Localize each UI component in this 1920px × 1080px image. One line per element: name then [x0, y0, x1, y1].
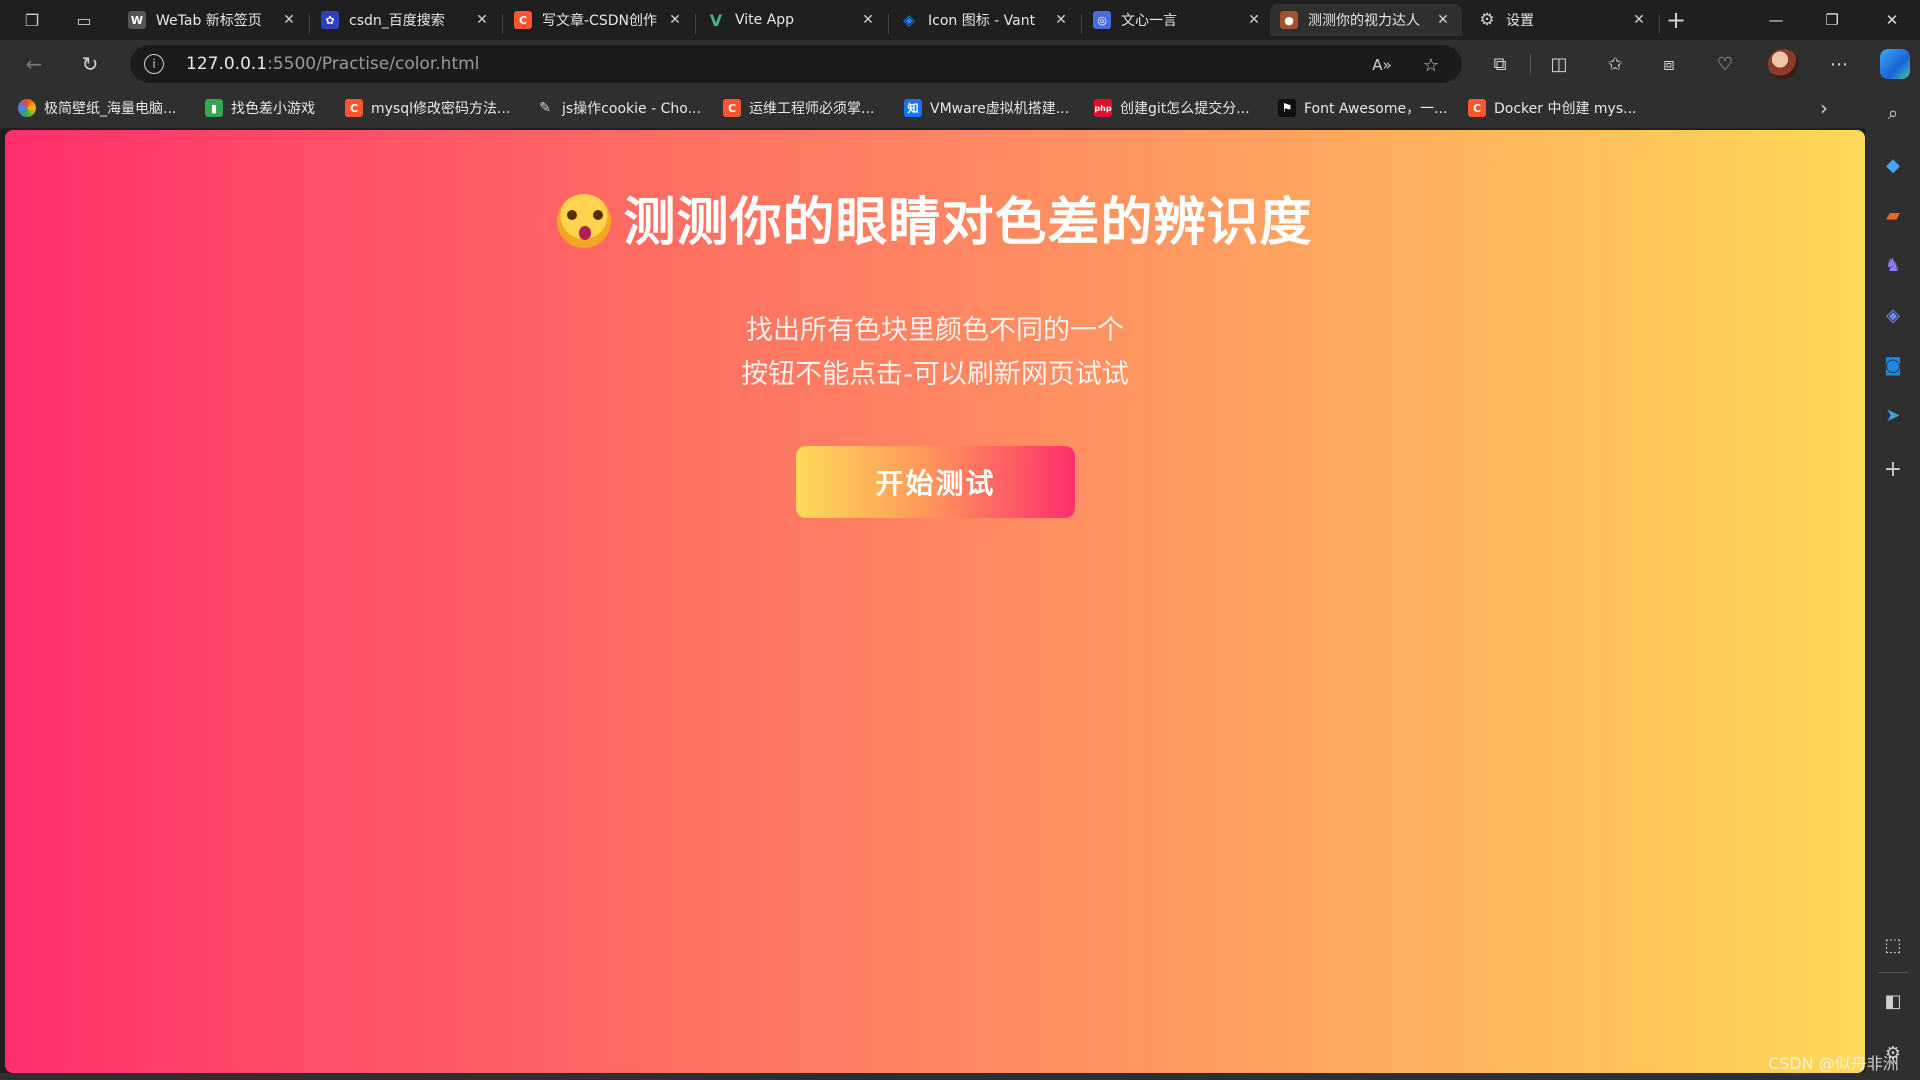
astonished-face-icon — [557, 194, 612, 248]
bookmarks-bar: 极简壁纸_海量电脑... ▮ 找色差小游戏 C mysql修改密码方法... ✎… — [0, 88, 1868, 128]
vue-icon: V — [709, 10, 723, 30]
edge-sidebar: ⌕ ◆ ▰ ♞ ◈ ◙ ➤ + ⬚ ◧ ⚙ — [1866, 88, 1920, 1080]
vant-icon: ◈ — [903, 11, 915, 29]
font-awesome-icon: ⚑ — [1278, 99, 1296, 117]
search-icon[interactable]: ⌕ — [1878, 98, 1908, 128]
address-toolbar: ← ↻ i 127.0.0.1:5500/Practise/color.html… — [0, 40, 1920, 88]
page-avatar-icon: ● — [1280, 11, 1298, 29]
copilot-app-icon[interactable]: ◈ — [1878, 300, 1908, 330]
extensions-icon[interactable]: ⧉ — [1485, 50, 1515, 78]
instruction-line-1: 找出所有色块里颜色不同的一个 — [746, 315, 1124, 346]
bizhi-icon — [18, 99, 36, 117]
bookmark-item[interactable]: ▮ 找色差小游戏 — [205, 96, 315, 120]
baidu-paw-icon: ✿ — [321, 11, 339, 29]
refresh-icon[interactable]: ↻ — [74, 50, 106, 78]
page-title: 测测你的眼睛对色差的辨识度 — [5, 180, 1865, 255]
copilot-icon[interactable] — [1880, 49, 1910, 79]
csdn-icon: C — [514, 11, 532, 29]
url-path: :5500/Practise/color.html — [267, 54, 480, 74]
tab-divider — [309, 14, 310, 34]
bookmark-item[interactable]: ✎ js操作cookie - Cho... — [536, 96, 701, 120]
tab-vant-icon[interactable]: ◈ Icon 图标 - Vant ✕ — [890, 4, 1080, 36]
close-icon[interactable]: ✕ — [1434, 12, 1452, 28]
bookmark-item[interactable]: C 运维工程师必须掌... — [723, 96, 874, 120]
page-viewport: 测测你的眼睛对色差的辨识度 找出所有色块里颜色不同的一个 按钮不能点击-可以刷新… — [5, 130, 1865, 1073]
tab-csdn-write[interactable]: C 写文章-CSDN创作 ✕ — [504, 4, 694, 36]
tab-actions-icon[interactable]: ▭ — [70, 6, 98, 34]
watermark: CSDN @似舟非洲 — [1768, 1054, 1899, 1073]
tab-divider — [1659, 14, 1660, 34]
games-icon[interactable]: ♞ — [1878, 250, 1908, 280]
favorites-icon[interactable]: ✩ — [1600, 50, 1630, 78]
url-text[interactable]: 127.0.0.1:5500/Practise/color.html — [186, 54, 479, 74]
profile-avatar[interactable] — [1768, 49, 1798, 79]
tab-divider — [502, 14, 503, 34]
close-icon[interactable]: ✕ — [280, 12, 298, 28]
more-menu-icon[interactable]: ⋯ — [1824, 50, 1854, 78]
bookmark-item[interactable]: C Docker 中创建 mys... — [1468, 96, 1637, 120]
bookmark-item[interactable]: 知 VMware虚拟机搭建... — [904, 96, 1069, 120]
csdn-icon: C — [345, 99, 363, 117]
bookmark-item[interactable]: ⚑ Font Awesome，一... — [1278, 96, 1447, 120]
csdn-icon: C — [723, 99, 741, 117]
window-bottom-edge — [0, 1073, 1866, 1080]
php-icon: php — [1094, 99, 1112, 117]
title-bar: ❐ ▭ W WeTab 新标签页 ✕ ✿ csdn_百度搜索 ✕ C 写文章-C… — [0, 0, 1920, 40]
screenshot-icon[interactable]: ⬚ — [1878, 930, 1908, 960]
page-title-text: 测测你的眼睛对色差的辨识度 — [623, 193, 1313, 253]
outlook-icon[interactable]: ◙ — [1878, 350, 1908, 380]
favorite-star-icon[interactable]: ☆ — [1419, 53, 1443, 77]
instruction-line-2: 按钮不能点击-可以刷新网页试试 — [741, 359, 1129, 390]
zhihu-icon: 知 — [904, 99, 922, 117]
tab-settings[interactable]: ⚙ 设置 ✕ — [1468, 4, 1658, 36]
sidebar-divider — [1878, 972, 1908, 973]
hide-sidebar-icon[interactable]: ◧ — [1878, 986, 1908, 1016]
game-icon: ▮ — [205, 99, 223, 117]
close-icon[interactable]: ✕ — [859, 12, 877, 28]
close-icon[interactable]: ✕ — [1245, 12, 1263, 28]
window-close-icon[interactable]: ✕ — [1864, 0, 1920, 40]
tab-divider — [1081, 14, 1082, 34]
new-tab-button[interactable]: + — [1662, 6, 1690, 34]
cookie-icon: ✎ — [539, 100, 551, 116]
settings-icon: ⚙ — [1479, 10, 1495, 30]
send-icon[interactable]: ➤ — [1878, 400, 1908, 430]
tab-divider — [695, 14, 696, 34]
chevron-right-icon[interactable]: › — [1820, 96, 1828, 120]
wenxin-icon: ◎ — [1093, 11, 1111, 29]
tab-wenxin[interactable]: ◎ 文心一言 ✕ — [1083, 4, 1273, 36]
tab-csdn-search[interactable]: ✿ csdn_百度搜索 ✕ — [311, 4, 501, 36]
close-icon[interactable]: ✕ — [473, 12, 491, 28]
close-icon[interactable]: ✕ — [666, 12, 684, 28]
bookmark-item[interactable]: 极简壁纸_海量电脑... — [18, 96, 176, 120]
tab-divider — [888, 14, 889, 34]
bookmark-item[interactable]: php 创建git怎么提交分... — [1094, 96, 1250, 120]
browser-essentials-icon[interactable]: ♡ — [1710, 50, 1740, 78]
start-test-button[interactable]: 开始测试 — [796, 446, 1075, 518]
address-bar[interactable]: i 127.0.0.1:5500/Practise/color.html A» … — [130, 45, 1462, 83]
close-icon[interactable]: ✕ — [1052, 12, 1070, 28]
minimize-icon[interactable]: — — [1748, 0, 1804, 40]
close-icon[interactable]: ✕ — [1630, 12, 1648, 28]
restore-icon[interactable]: ❐ — [1804, 0, 1860, 40]
tab-vite-app[interactable]: V Vite App ✕ — [697, 4, 887, 36]
collections-icon[interactable]: ⧈ — [1654, 50, 1684, 78]
workspaces-icon[interactable]: ❐ — [18, 6, 46, 34]
site-info-icon[interactable]: i — [144, 54, 164, 74]
wetab-icon: W — [128, 11, 146, 29]
shopping-tag-icon[interactable]: ◆ — [1878, 150, 1908, 180]
back-arrow-icon[interactable]: ← — [18, 50, 50, 78]
url-host: 127.0.0.1 — [186, 54, 268, 74]
csdn-icon: C — [1468, 99, 1486, 117]
read-aloud-icon[interactable]: A» — [1370, 53, 1394, 77]
add-icon[interactable]: + — [1878, 454, 1908, 484]
bookmark-item[interactable]: C mysql修改密码方法... — [345, 96, 510, 120]
tab-wetab[interactable]: W WeTab 新标签页 ✕ — [118, 4, 308, 36]
toolbar-divider — [1530, 54, 1531, 76]
tools-briefcase-icon[interactable]: ▰ — [1878, 200, 1908, 230]
split-screen-icon[interactable]: ◫ — [1544, 50, 1574, 78]
tab-active-color-test[interactable]: ● 测测你的视力达人 ✕ — [1270, 4, 1462, 36]
